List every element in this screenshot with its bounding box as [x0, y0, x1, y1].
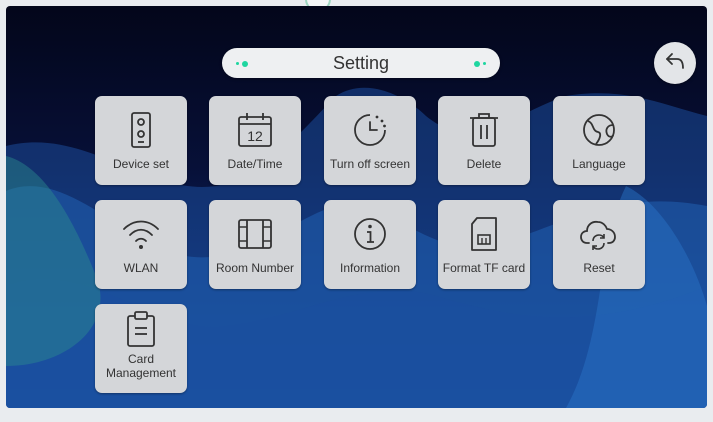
- tile-label: Format TF card: [442, 261, 526, 275]
- tile-label: WLAN: [123, 261, 159, 275]
- back-arrow-icon: [664, 51, 686, 76]
- tile-information[interactable]: Information: [324, 200, 416, 289]
- calendar-icon: 12: [236, 111, 274, 149]
- tile-reset[interactable]: Reset: [553, 200, 645, 289]
- calendar-day-text: 12: [247, 128, 263, 144]
- title-dot: [236, 62, 239, 65]
- tile-date-time[interactable]: 12 Date/Time: [209, 96, 301, 185]
- tile-label: Reset: [583, 261, 615, 275]
- tile-label: Language: [572, 157, 626, 171]
- info-icon: [351, 215, 389, 253]
- tile-card-management[interactable]: Card Management: [95, 304, 187, 393]
- title-bar: Setting: [222, 48, 500, 78]
- tile-label: Information: [339, 261, 401, 275]
- tile-format-tf-card[interactable]: Format TF card: [438, 200, 530, 289]
- device-icon: [127, 111, 155, 149]
- tile-device-set[interactable]: Device set: [95, 96, 187, 185]
- tile-turn-off-screen[interactable]: Turn off screen: [324, 96, 416, 185]
- tile-delete[interactable]: Delete: [438, 96, 530, 185]
- tile-language[interactable]: Language: [553, 96, 645, 185]
- settings-screen: Setting Device set 12 Date/Time Turn off…: [6, 6, 707, 408]
- timer-icon: [351, 111, 389, 149]
- tile-label: Card Management: [105, 352, 177, 380]
- trash-icon: [467, 111, 501, 149]
- title-dot: [483, 62, 486, 65]
- tile-label: Room Number: [215, 261, 295, 275]
- title-dot: [474, 61, 480, 67]
- globe-icon: [580, 111, 618, 149]
- tile-label: Delete: [466, 157, 502, 171]
- tile-room-number[interactable]: Room Number: [209, 200, 301, 289]
- clipboard-icon: [124, 310, 158, 348]
- wifi-icon: [121, 215, 161, 253]
- tile-label: Device set: [112, 157, 170, 171]
- film-icon: [236, 215, 274, 253]
- tile-label: Date/Time: [227, 157, 283, 171]
- cloud-refresh-icon: [579, 215, 619, 253]
- title-dot: [242, 61, 248, 67]
- tile-wlan[interactable]: WLAN: [95, 200, 187, 289]
- tile-label: Turn off screen: [329, 157, 411, 171]
- back-button[interactable]: [654, 42, 696, 84]
- page-title: Setting: [332, 52, 390, 73]
- sd-card-icon: [467, 215, 501, 253]
